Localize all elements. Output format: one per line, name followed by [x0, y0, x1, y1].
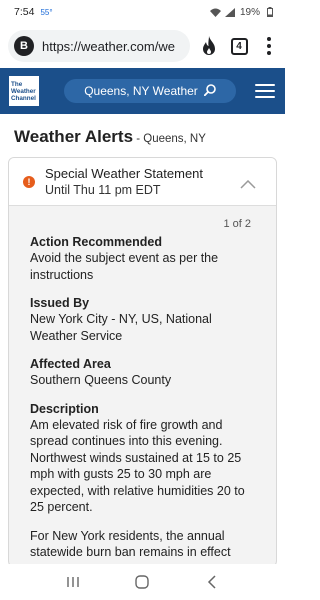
- location-search-label: Queens, NY Weather: [84, 84, 198, 98]
- tab-count: 4: [230, 37, 248, 55]
- status-bar: 7:54 55° 19%: [0, 0, 285, 24]
- browser-toolbar: B https://weather.com/we 4: [0, 24, 285, 68]
- alert-card-header[interactable]: ! Special Weather Statement Until Thu 11…: [9, 158, 276, 206]
- logo-line-2: Weather: [11, 87, 36, 95]
- section-text-action: Avoid the subject event as per the instr…: [30, 251, 219, 282]
- status-left: 7:54 55°: [14, 6, 53, 18]
- site-header: The Weather Channel Queens, NY Weather: [0, 68, 285, 114]
- battery-icon: [264, 7, 275, 17]
- status-time: 7:54: [14, 6, 35, 18]
- alert-card: ! Special Weather Statement Until Thu 11…: [8, 157, 277, 567]
- weather-channel-logo[interactable]: The Weather Channel: [8, 75, 40, 107]
- page-title-location: - Queens, NY: [133, 133, 206, 145]
- home-icon[interactable]: [130, 570, 154, 594]
- url-text[interactable]: https://weather.com/we: [42, 39, 175, 54]
- tabs-icon[interactable]: 4: [228, 35, 250, 57]
- chevron-up-icon[interactable]: [240, 176, 256, 194]
- signal-icon: [225, 7, 236, 17]
- section-title-affected-area: Affected Area: [30, 357, 111, 371]
- status-right: 19%: [209, 6, 275, 18]
- alert-pager: 1 of 2: [223, 218, 251, 230]
- site-info-badge[interactable]: B: [14, 36, 34, 56]
- hamburger-menu-icon[interactable]: [255, 84, 275, 98]
- battery-percent: 19%: [239, 6, 260, 18]
- alert-extra-paragraph: For New York residents, the annual state…: [30, 528, 231, 560]
- back-icon[interactable]: [200, 570, 224, 594]
- section-title-description: Description: [30, 401, 99, 416]
- section-title-action: Action Recommended: [30, 235, 162, 249]
- search-icon: [203, 83, 216, 99]
- warning-icon: !: [23, 175, 35, 188]
- alert-until: Until Thu 11 pm EDT: [45, 182, 161, 197]
- recent-apps-icon[interactable]: [61, 570, 85, 594]
- section-title-issued-by: Issued By: [30, 296, 90, 310]
- more-options-icon[interactable]: [258, 35, 280, 57]
- alert-header-text: Special Weather Statement Until Thu 11 p…: [45, 166, 203, 198]
- page-title: Weather Alerts - Queens, NY: [14, 127, 276, 147]
- logo-line-1: The: [11, 80, 23, 88]
- flame-icon[interactable]: [198, 35, 220, 57]
- location-search-button[interactable]: Queens, NY Weather: [64, 79, 236, 103]
- address-bar[interactable]: B https://weather.com/we: [8, 30, 190, 62]
- section-text-description: Am elevated risk of fire growth and spre…: [30, 417, 245, 515]
- alert-card-body: 1 of 2 Action Recommended Avoid the subj…: [9, 206, 276, 561]
- status-temperature: 55°: [40, 7, 53, 17]
- logo-line-3: Channel: [11, 94, 36, 102]
- system-navigation-bar: [0, 564, 285, 600]
- page-title-text: Weather Alerts: [14, 127, 134, 146]
- alert-title: Special Weather Statement: [45, 165, 204, 181]
- section-text-affected-area: Southern Queens County: [30, 373, 172, 387]
- wifi-icon: [209, 7, 221, 17]
- section-text-issued-by: New York City - NY, US, National Weather…: [30, 312, 212, 343]
